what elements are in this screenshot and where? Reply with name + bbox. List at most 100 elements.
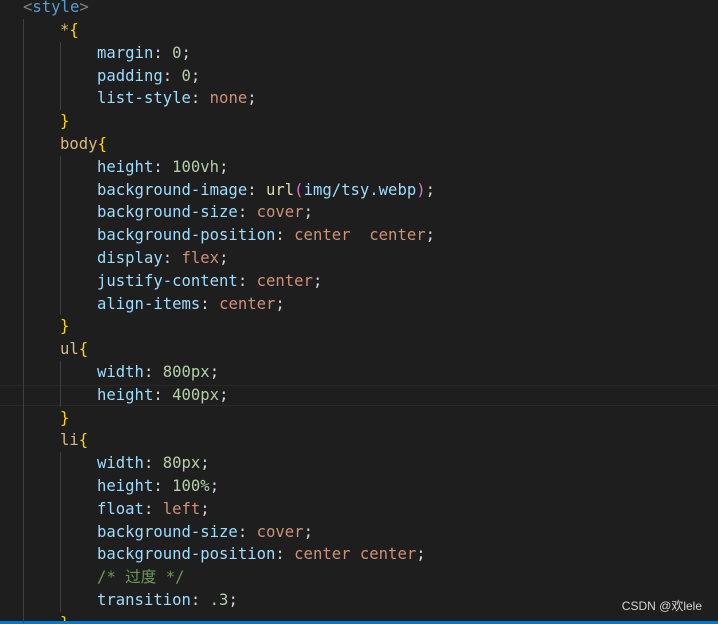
code-line[interactable]: ul{ [0, 338, 88, 361]
code-token: ; [209, 363, 220, 381]
indent-guide [60, 361, 61, 407]
code-token: { [69, 21, 79, 39]
code-token: flex [181, 249, 220, 267]
code-token: list-style [97, 89, 191, 108]
code-token: ; [209, 477, 220, 495]
code-token: ; [219, 157, 229, 176]
code-editor[interactable]: <style> *{margin: 0; padding: 0; list-style… [0, 0, 718, 624]
code-token: center center [294, 226, 426, 245]
code-token: 0 [181, 66, 191, 85]
code-line[interactable]: height: 100%; [0, 475, 219, 498]
code-token: ; [190, 66, 201, 85]
code-token: : [143, 454, 163, 473]
code-token: } [60, 317, 70, 336]
code-line[interactable]: margin: 0; [0, 42, 191, 65]
code-token: : [153, 477, 173, 495]
code-token: ; [200, 454, 210, 473]
code-token: height [97, 157, 154, 176]
code-line[interactable]: } [0, 110, 69, 133]
code-token: ; [247, 89, 257, 108]
code-line[interactable]: height: 100vh; [0, 156, 228, 179]
code-token: ; [200, 499, 210, 518]
code-token: ; [425, 180, 436, 199]
code-token: 100% [172, 477, 210, 495]
code-token: < [23, 0, 33, 17]
code-line[interactable]: float: left; [0, 498, 210, 521]
code-token: : [162, 66, 182, 85]
code-line[interactable]: display: flex; [0, 247, 228, 270]
code-token: : [153, 385, 173, 404]
code-token: : [143, 363, 163, 381]
code-token: body [60, 135, 98, 153]
code-token: background-size [97, 203, 238, 222]
code-line[interactable]: justify-content: center; [0, 270, 322, 293]
code-token: : [237, 522, 257, 541]
code-token: ; [416, 545, 426, 564]
code-token: ; [312, 271, 323, 290]
code-token: height [97, 385, 154, 404]
code-token: transition [97, 591, 191, 609]
code-token: : [237, 203, 257, 222]
code-token: : [153, 157, 173, 176]
code-token: height [97, 477, 154, 495]
code-token: padding [97, 66, 163, 85]
code-line[interactable]: background-image: url(img/tsy.webp); [0, 179, 435, 202]
code-token: } [60, 112, 70, 131]
code-line[interactable]: list-style: none; [0, 87, 257, 110]
code-token: style [32, 0, 80, 17]
code-token: ; [275, 294, 285, 313]
code-line[interactable]: /* 过度 */ [0, 566, 185, 589]
code-line[interactable]: li{ [0, 429, 88, 452]
code-token: { [78, 340, 89, 359]
code-token: li [60, 431, 79, 450]
code-token: : [275, 545, 295, 564]
code-token: center [256, 271, 313, 290]
code-line[interactable]: body{ [0, 133, 107, 156]
code-token: width [97, 454, 144, 473]
code-token: ; [228, 591, 238, 609]
code-line[interactable]: } [0, 407, 69, 430]
indent-guide [23, 19, 24, 624]
code-token: ; [303, 522, 313, 541]
code-token: width [97, 363, 144, 381]
code-token: ; [303, 203, 313, 222]
code-token: 0 [172, 43, 182, 62]
code-token: > [79, 0, 89, 17]
code-token: 400px [172, 385, 220, 404]
code-token: ul [60, 340, 79, 359]
indent-guide [60, 41, 61, 111]
code-token: : [275, 226, 295, 245]
code-token: none [209, 89, 248, 108]
code-token: align-items [97, 294, 201, 313]
code-token: ) [416, 180, 426, 199]
code-token: { [78, 431, 89, 450]
indent-guide [60, 155, 61, 316]
code-line[interactable]: *{ [0, 19, 79, 42]
code-line[interactable]: background-position: center center; [0, 543, 426, 566]
code-token: : [190, 89, 210, 108]
code-token: center center [294, 545, 417, 564]
code-line[interactable]: background-size: cover; [0, 201, 313, 224]
code-token: : [162, 249, 182, 267]
code-line[interactable]: width: 80px; [0, 452, 210, 475]
code-line[interactable]: background-size: cover; [0, 521, 313, 544]
code-token: * [60, 21, 70, 39]
code-token: justify-content [97, 271, 238, 290]
watermark: CSDN @欢lele [621, 599, 702, 613]
code-token: left [162, 499, 201, 518]
code-line[interactable]: <style> [0, 0, 89, 19]
code-token: } [60, 408, 70, 427]
code-line[interactable]: align-items: center; [0, 293, 285, 316]
code-line[interactable]: width: 800px; [0, 361, 219, 384]
code-token: : [200, 294, 220, 313]
code-token: margin [97, 43, 154, 62]
code-token: cover [256, 203, 304, 222]
code-token: ; [181, 43, 191, 62]
code-token: : [237, 271, 257, 290]
code-token: ; [219, 385, 229, 404]
code-line[interactable]: background-position: center center; [0, 224, 435, 247]
code-line[interactable]: padding: 0; [0, 65, 200, 88]
code-line[interactable]: height: 400px; [0, 384, 228, 407]
code-line[interactable]: } [0, 315, 69, 338]
code-line[interactable]: transition: .3; [0, 589, 238, 612]
